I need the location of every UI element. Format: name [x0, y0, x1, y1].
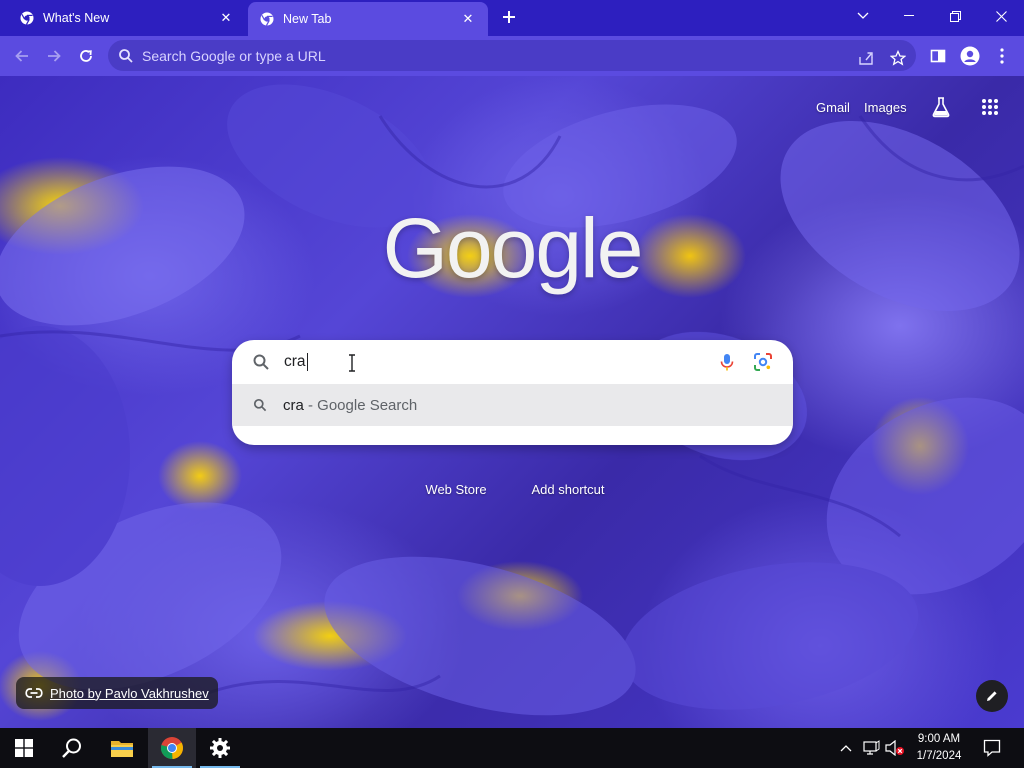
tab-close-icon[interactable]: ✕ — [460, 11, 476, 27]
minimize-button[interactable] — [886, 0, 932, 32]
realbox[interactable]: cra cra - Google Search — [232, 340, 793, 445]
show-hidden-icons-button[interactable] — [836, 728, 856, 768]
suggestion-text: cra - Google Search — [283, 397, 417, 414]
windows-taskbar: 9:00 AM 1/7/2024 — [0, 728, 1024, 768]
avatar-icon — [960, 46, 980, 66]
volume-button[interactable] — [884, 728, 906, 768]
camera-lens-icon — [754, 353, 772, 371]
voice-search-button[interactable] — [717, 352, 737, 372]
share-button[interactable] — [852, 44, 880, 72]
file-explorer-button[interactable] — [98, 728, 146, 768]
apps-button[interactable] — [981, 98, 999, 119]
apps-grid-icon — [982, 99, 998, 115]
suggestion-suffix: - Google Search — [303, 396, 418, 414]
start-button[interactable] — [0, 728, 48, 768]
search-icon — [252, 353, 270, 371]
shortcut-label: Add shortcut — [531, 482, 605, 497]
tab-whats-new[interactable]: What's New ✕ — [8, 2, 246, 34]
gear-icon — [210, 738, 230, 758]
forward-button[interactable] — [40, 42, 68, 70]
reload-icon — [80, 50, 92, 62]
flask-icon — [932, 97, 950, 118]
settings-taskbar-button[interactable] — [196, 728, 244, 768]
i-beam-cursor-icon — [349, 354, 355, 372]
shortcut-label: Web Store — [425, 482, 487, 497]
search-icon — [118, 48, 134, 64]
star-icon — [890, 50, 906, 66]
chevron-down-icon — [857, 12, 869, 19]
google-logo: Google — [382, 201, 644, 295]
chevron-up-icon — [840, 745, 852, 752]
taskbar-search-button[interactable] — [48, 728, 96, 768]
search-icon — [62, 738, 81, 758]
close-icon — [995, 10, 1007, 22]
labs-button[interactable] — [931, 96, 951, 121]
menu-button[interactable] — [988, 42, 1016, 70]
new-tab-page: Gmail Images Google Web Store Add shortc… — [0, 76, 1024, 728]
tab-new-tab[interactable]: New Tab ✕ — [248, 2, 488, 36]
autocomplete-suggestion[interactable]: cra - Google Search — [232, 384, 793, 426]
folder-icon — [111, 741, 133, 757]
pencil-icon — [987, 691, 997, 701]
back-button[interactable] — [8, 42, 36, 70]
link-icon — [25, 687, 43, 699]
notification-icon — [983, 739, 1001, 757]
realbox-query-text: cra — [284, 353, 306, 370]
clock-date: 1/7/2024 — [916, 750, 962, 762]
bookmark-button[interactable] — [884, 44, 912, 72]
action-center-button[interactable] — [978, 728, 1006, 768]
more-vertical-icon — [1000, 48, 1004, 64]
realbox-input[interactable]: cra — [284, 353, 308, 371]
chrome-favicon-icon — [260, 12, 274, 26]
chrome-taskbar-button[interactable] — [148, 728, 196, 768]
restore-icon — [949, 10, 961, 22]
customize-button[interactable] — [976, 680, 1008, 712]
network-icon — [863, 740, 880, 755]
tab-search-button[interactable] — [840, 0, 886, 32]
search-icon — [253, 398, 267, 412]
minimize-icon — [904, 15, 914, 16]
restore-button[interactable] — [932, 0, 978, 32]
windows-logo-icon — [15, 739, 33, 757]
chrome-icon — [160, 737, 183, 760]
tab-title: New Tab — [283, 12, 332, 26]
taskbar-clock[interactable]: 9:00 AM 1/7/2024 — [904, 731, 974, 765]
text-caret — [306, 353, 308, 371]
volume-muted-icon — [885, 740, 904, 756]
plus-icon — [503, 11, 515, 23]
address-input[interactable] — [142, 47, 742, 64]
profile-button[interactable] — [956, 42, 984, 70]
clock-time: 9:00 AM — [917, 733, 961, 745]
new-tab-button[interactable] — [498, 6, 520, 28]
chrome-favicon-icon — [20, 11, 34, 25]
side-panel-button[interactable] — [924, 42, 952, 70]
suggestion-query: cra — [283, 396, 304, 414]
arrow-right-icon — [48, 50, 61, 62]
reload-button[interactable] — [72, 42, 100, 70]
microphone-icon — [720, 354, 734, 371]
network-status-button[interactable] — [860, 728, 882, 768]
gmail-link[interactable]: Gmail — [816, 100, 850, 115]
arrow-left-icon — [15, 50, 28, 62]
tab-strip: What's New ✕ New Tab ✕ — [0, 0, 1024, 36]
tab-close-icon[interactable]: ✕ — [218, 10, 234, 26]
photo-credit-text: Photo by Pavlo Vakhrushev — [50, 685, 209, 701]
browser-toolbar — [0, 36, 1024, 76]
lens-search-button[interactable] — [753, 352, 773, 372]
realbox-input-row[interactable]: cra — [232, 340, 793, 384]
tab-title: What's New — [43, 11, 110, 25]
images-link[interactable]: Images — [864, 100, 907, 115]
photo-credit-link[interactable]: Photo by Pavlo Vakhrushev — [16, 677, 218, 709]
side-panel-icon — [930, 49, 946, 63]
share-icon — [859, 52, 873, 65]
address-bar[interactable] — [108, 40, 916, 71]
close-window-button[interactable] — [978, 0, 1024, 32]
